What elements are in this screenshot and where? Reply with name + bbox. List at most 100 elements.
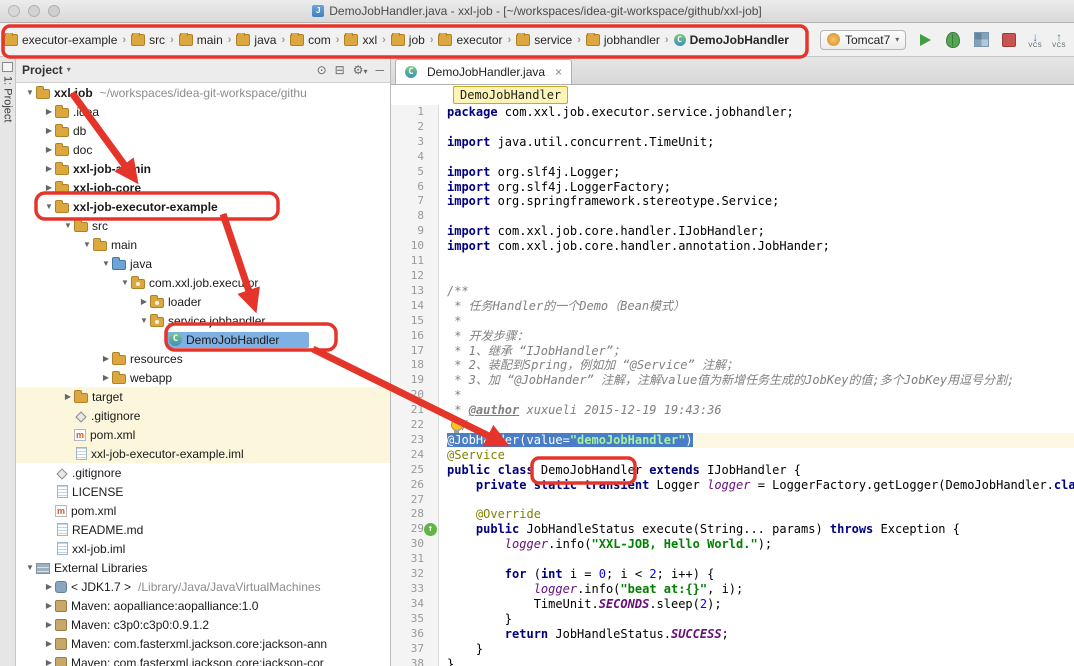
tree-row-com.xxl.job.executor[interactable]: ▼com.xxl.job.executor <box>16 273 390 292</box>
code-line-15[interactable]: * <box>447 314 1074 329</box>
gutter-line-11[interactable]: 11 <box>391 254 424 269</box>
gutter-line-29[interactable]: 29 <box>391 522 424 537</box>
gutter-line-34[interactable]: 34 <box>391 597 424 612</box>
gutter-line-20[interactable]: 20 <box>391 388 424 403</box>
code-line-13[interactable]: /** <box>447 284 1074 299</box>
editor-breadcrumb-chip[interactable]: DemoJobHandler <box>453 86 568 104</box>
tree-row-pom.xml[interactable]: mpom.xml <box>16 425 390 444</box>
expand-arrow-icon[interactable]: ▶ <box>62 392 74 401</box>
intention-bulb-icon[interactable] <box>451 419 463 431</box>
code-line-34[interactable]: TimeUnit.SECONDS.sleep(2); <box>447 597 1074 612</box>
code-line-18[interactable]: * 2、装配到Spring，例如加 “@Service” 注解； <box>447 358 1074 373</box>
gutter-line-6[interactable]: 6 <box>391 180 424 195</box>
breadcrumb-item-jobhandler[interactable]: jobhandler <box>586 33 660 47</box>
run-button[interactable] <box>916 31 934 49</box>
code-line-30[interactable]: logger.info("XXL-JOB, Hello World."); <box>447 537 1074 552</box>
tree-row-main[interactable]: ▼main <box>16 235 390 254</box>
breadcrumb-item-executor-example[interactable]: executor-example <box>4 33 117 47</box>
expand-arrow-icon[interactable]: ▼ <box>24 563 36 572</box>
tree-row-.idea[interactable]: ▶.idea <box>16 102 390 121</box>
code-line-6[interactable]: import org.slf4j.LoggerFactory; <box>447 180 1074 195</box>
stop-button[interactable] <box>1000 31 1018 49</box>
expand-arrow-icon[interactable]: ▶ <box>138 297 150 306</box>
code-line-37[interactable]: } <box>447 642 1074 657</box>
breadcrumb-item-main[interactable]: main <box>179 33 223 47</box>
tree-row-LICENSE[interactable]: LICENSE <box>16 482 390 501</box>
code-line-32[interactable]: for (int i = 0; i < 2; i++) { <box>447 567 1074 582</box>
hide-panel-icon[interactable]: ─ <box>375 63 384 77</box>
breadcrumb-item-service[interactable]: service <box>516 33 572 47</box>
tree-row-Maven: aopalliance:aopalliance:1.0[interactable]: ▶Maven: aopalliance:aopalliance:1.0 <box>16 596 390 615</box>
tree-row-xxl-job-core[interactable]: ▶xxl-job-core <box>16 178 390 197</box>
expand-arrow-icon[interactable]: ▼ <box>62 221 74 230</box>
gutter-line-28[interactable]: 28 <box>391 507 424 522</box>
code-line-9[interactable]: import com.xxl.job.core.handler.IJobHand… <box>447 224 1074 239</box>
gutter-line-18[interactable]: 18 <box>391 358 424 373</box>
code-line-19[interactable]: * 3、加 “@JobHander” 注解，注解value值为新增任务生成的Jo… <box>447 373 1074 388</box>
tree-row-xxl-job[interactable]: ▼xxl-job~/workspaces/idea-git-workspace/… <box>16 83 390 102</box>
code-line-28[interactable]: @Override <box>447 507 1074 522</box>
gutter-line-31[interactable]: 31 <box>391 552 424 567</box>
expand-arrow-icon[interactable]: ▼ <box>81 240 93 249</box>
gutter-line-5[interactable]: 5 <box>391 165 424 180</box>
tree-row-loader[interactable]: ▶loader <box>16 292 390 311</box>
breadcrumb-item-executor[interactable]: executor <box>438 33 502 47</box>
code-line-29[interactable]: public JobHandleStatus execute(String...… <box>447 522 1074 537</box>
code-line-12[interactable] <box>447 269 1074 284</box>
tree-row-doc[interactable]: ▶doc <box>16 140 390 159</box>
editor-tab[interactable]: C DemoJobHandler.java × <box>395 59 572 84</box>
locate-file-icon[interactable]: ⊙ <box>317 63 327 77</box>
gutter-line-25[interactable]: 25 <box>391 463 424 478</box>
expand-arrow-icon[interactable]: ▼ <box>24 88 36 97</box>
gutter-line-10[interactable]: 10 <box>391 239 424 254</box>
tree-row-DemoJobHandler[interactable]: CDemoJobHandler <box>16 330 390 349</box>
debug-button[interactable] <box>944 31 962 49</box>
tree-row-db[interactable]: ▶db <box>16 121 390 140</box>
tree-row-xxl-job-executor-example[interactable]: ▼xxl-job-executor-example <box>16 197 390 216</box>
code-line-16[interactable]: * 开发步骤： <box>447 329 1074 344</box>
breadcrumb-item-xxl[interactable]: xxl <box>344 33 377 47</box>
chevron-down-icon[interactable]: ▾ <box>67 65 71 74</box>
tree-row-Maven: com.fasterxml.jackson.core:jackson-ann[interactable]: ▶Maven: com.fasterxml.jackson.core:jacks… <box>16 634 390 653</box>
code-line-5[interactable]: import org.slf4j.Logger; <box>447 165 1074 180</box>
tree-row-pom.xml[interactable]: mpom.xml <box>16 501 390 520</box>
gear-icon[interactable]: ⚙▾ <box>353 63 368 77</box>
code-line-8[interactable] <box>447 209 1074 224</box>
tree-row-xxl-job-admin[interactable]: ▶xxl-job-admin <box>16 159 390 178</box>
expand-arrow-icon[interactable]: ▶ <box>43 126 55 135</box>
code-line-35[interactable]: } <box>447 612 1074 627</box>
gutter-line-2[interactable]: 2 <box>391 120 424 135</box>
tree-row-< JDK1.7 >[interactable]: ▶< JDK1.7 >/Library/Java/JavaVirtualMach… <box>16 577 390 596</box>
breadcrumb-item-src[interactable]: src <box>131 33 165 47</box>
gutter-line-13[interactable]: 13 <box>391 284 424 299</box>
gutter-line-15[interactable]: 15 <box>391 314 424 329</box>
tree-row-.gitignore[interactable]: .gitignore <box>16 406 390 425</box>
tree-row-webapp[interactable]: ▶webapp <box>16 368 390 387</box>
tree-row-Maven: c3p0:c3p0:0.9.1.2[interactable]: ▶Maven: c3p0:c3p0:0.9.1.2 <box>16 615 390 634</box>
code-line-21[interactable]: * @author xuxueli 2015-12-19 19:43:36 <box>447 403 1074 418</box>
code-line-2[interactable] <box>447 120 1074 135</box>
gutter-line-16[interactable]: 16 <box>391 329 424 344</box>
close-icon[interactable]: × <box>555 65 562 79</box>
gutter-line-12[interactable]: 12 <box>391 269 424 284</box>
code-line-1[interactable]: package com.xxl.job.executor.service.job… <box>447 105 1074 120</box>
close-window-button[interactable] <box>8 5 20 17</box>
code-line-23[interactable]: @JobHander(value="demoJobHandler") <box>447 433 1074 448</box>
run-configuration-select[interactable]: Tomcat7 ▾ <box>820 30 906 50</box>
gutter-line-33[interactable]: 33 <box>391 582 424 597</box>
expand-arrow-icon[interactable]: ▼ <box>138 316 150 325</box>
tree-row-resources[interactable]: ▶resources <box>16 349 390 368</box>
tree-row-target[interactable]: ▶target <box>16 387 390 406</box>
code-line-11[interactable] <box>447 254 1074 269</box>
expand-arrow-icon[interactable]: ▶ <box>100 354 112 363</box>
gutter-line-8[interactable]: 8 <box>391 209 424 224</box>
expand-arrow-icon[interactable]: ▼ <box>43 202 55 211</box>
gutter-line-27[interactable]: 27 <box>391 493 424 508</box>
code-line-17[interactable]: * 1、继承 “IJobHandler”； <box>447 344 1074 359</box>
breadcrumb-item-DemoJobHandler[interactable]: CDemoJobHandler <box>674 33 789 47</box>
zoom-window-button[interactable] <box>48 5 60 17</box>
coverage-button[interactable] <box>972 31 990 49</box>
tree-row-service.jobhandler[interactable]: ▼service.jobhandler <box>16 311 390 330</box>
code-line-7[interactable]: import org.springframework.stereotype.Se… <box>447 194 1074 209</box>
gutter-line-35[interactable]: 35 <box>391 612 424 627</box>
